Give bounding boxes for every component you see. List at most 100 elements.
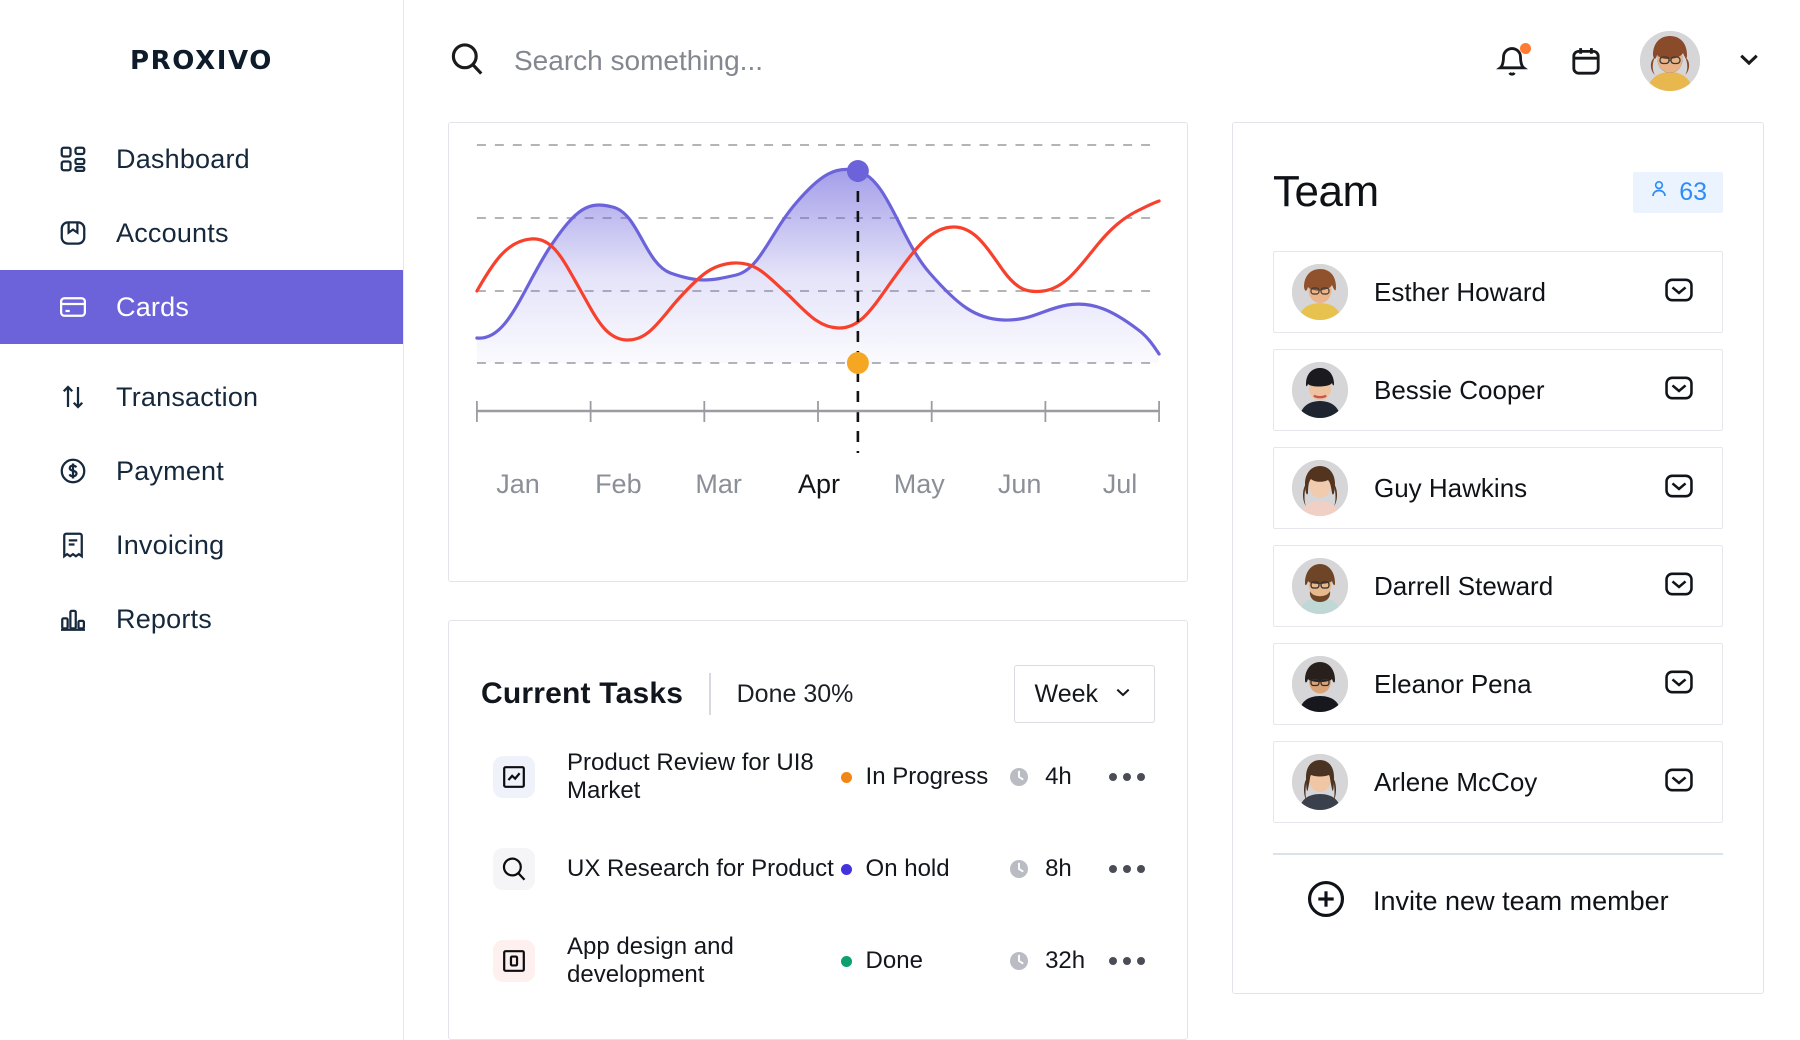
- user-avatar[interactable]: [1640, 31, 1700, 91]
- team-member-name: Darrell Steward: [1374, 570, 1554, 601]
- avatar: [1292, 754, 1348, 810]
- avatar: [1292, 460, 1348, 516]
- task-time-label: 4h: [1045, 763, 1072, 790]
- chart-tick-label: Jan: [496, 469, 540, 499]
- team-member-row[interactable]: Esther Howard: [1273, 251, 1723, 333]
- sidebar: PROXIVO Dashboard Accounts Cards Transac…: [0, 0, 404, 1040]
- mail-icon[interactable]: [1662, 371, 1696, 410]
- sidebar-item-label: Accounts: [116, 217, 229, 248]
- sidebar-item-label: Invoicing: [116, 529, 225, 560]
- team-card: Team 63 Esther Howard Bessie Cooper Guy …: [1232, 122, 1764, 994]
- chart-series-primary-area: [476, 169, 1160, 363]
- avatar: [1292, 362, 1348, 418]
- status-dot: [840, 771, 852, 783]
- chart-tick-label: Jul: [1102, 469, 1138, 499]
- avatar: [1292, 656, 1348, 712]
- calendar-button[interactable]: [1566, 41, 1606, 81]
- user-menu-chevron-down-icon[interactable]: [1734, 44, 1764, 79]
- task-name: App design and development: [567, 933, 734, 988]
- avatar: [1292, 264, 1348, 320]
- team-member-row[interactable]: Guy Hawkins: [1273, 447, 1723, 529]
- plus-circle-icon: [1305, 878, 1347, 925]
- chart-marker-secondary[interactable]: [846, 352, 869, 374]
- team-member-row[interactable]: Bessie Cooper: [1273, 349, 1723, 431]
- invite-label: Invite new team member: [1373, 886, 1669, 916]
- team-member-row[interactable]: Eleanor Pena: [1273, 643, 1723, 725]
- task-time: 32h: [1007, 947, 1109, 975]
- task-time-label: 32h: [1045, 947, 1086, 974]
- magnifier-icon: [493, 848, 535, 890]
- task-row[interactable]: UX Research for Product On hold 8h: [481, 831, 1155, 907]
- task-name: UX Research for Product: [567, 855, 834, 882]
- mail-icon[interactable]: [1662, 567, 1696, 606]
- team-member-name: Arlene McCoy: [1374, 766, 1538, 797]
- team-count-value: 63: [1679, 177, 1707, 206]
- performance-chart-card: Jan Feb Mar Apr May Jun Jul: [448, 122, 1188, 582]
- team-member-row[interactable]: Darrell Steward: [1273, 545, 1723, 627]
- task-more-button[interactable]: [1109, 957, 1155, 965]
- task-more-button[interactable]: [1109, 865, 1155, 873]
- invoice-icon: [56, 528, 90, 562]
- notifications-button[interactable]: [1492, 41, 1532, 81]
- team-member-name: Esther Howard: [1374, 276, 1546, 307]
- bar-chart-icon: [56, 602, 90, 636]
- team-member-name: Bessie Cooper: [1374, 374, 1545, 405]
- sidebar-item-label: Dashboard: [116, 143, 250, 174]
- arrows-up-down-icon: [56, 380, 90, 414]
- sidebar-item-payment[interactable]: Payment: [0, 434, 403, 508]
- right-column: Team 63 Esther Howard Bessie Cooper Guy …: [1232, 122, 1764, 1040]
- main-area: Jan Feb Mar Apr May Jun Jul Current Task…: [404, 0, 1800, 1040]
- chart-tick-label: Feb: [595, 469, 642, 499]
- tasks-title: Current Tasks: [481, 677, 684, 710]
- mail-icon[interactable]: [1662, 273, 1696, 312]
- chart-tick-label-active: Apr: [797, 469, 840, 499]
- mail-icon[interactable]: [1662, 469, 1696, 508]
- task-time-label: 8h: [1045, 855, 1072, 882]
- team-member-name: Eleanor Pena: [1374, 668, 1532, 699]
- current-tasks-card: Current Tasks Done 30% Week Product Revi…: [448, 620, 1188, 1040]
- sidebar-item-label: Transaction: [116, 381, 259, 412]
- sidebar-item-invoicing[interactable]: Invoicing: [0, 508, 403, 582]
- app-root: PROXIVO Dashboard Accounts Cards Transac…: [0, 0, 1800, 1040]
- sidebar-item-accounts[interactable]: Accounts: [0, 196, 403, 270]
- chart-marker-primary[interactable]: [846, 160, 869, 182]
- team-member-name: Guy Hawkins: [1374, 472, 1528, 503]
- task-row[interactable]: Product Review for UI8 Market In Progres…: [481, 739, 1155, 815]
- chart-square-icon: [493, 756, 535, 798]
- mail-icon[interactable]: [1662, 665, 1696, 704]
- task-status-label: Done: [865, 947, 923, 974]
- chart-x-axis: [476, 401, 1160, 422]
- left-column: Jan Feb Mar Apr May Jun Jul Current Task…: [448, 122, 1188, 1040]
- mail-icon[interactable]: [1662, 763, 1696, 802]
- person-icon: [1649, 178, 1669, 207]
- sidebar-item-dashboard[interactable]: Dashboard: [0, 122, 403, 196]
- app-square-icon: [493, 940, 535, 982]
- invite-new-team-member-button[interactable]: Invite new team member: [1273, 855, 1723, 949]
- clock-icon: [1010, 860, 1029, 878]
- tasks-done-label: Done 30%: [736, 679, 854, 708]
- sidebar-item-reports[interactable]: Reports: [0, 582, 403, 656]
- search-input[interactable]: [514, 45, 1134, 77]
- sidebar-item-cards[interactable]: Cards: [0, 270, 403, 344]
- sidebar-item-label: Cards: [116, 291, 190, 322]
- tasks-range-select[interactable]: Week: [1013, 665, 1155, 723]
- team-title: Team: [1273, 167, 1379, 216]
- sidebar-item-transaction[interactable]: Transaction: [0, 360, 403, 434]
- task-row[interactable]: App design and development Done 32h: [481, 923, 1155, 999]
- task-status-label: In Progress: [865, 763, 989, 790]
- chart-tick-label: Jun: [997, 469, 1042, 499]
- task-more-button[interactable]: [1109, 773, 1155, 781]
- team-member-row[interactable]: Arlene McCoy: [1273, 741, 1723, 823]
- search-bar[interactable]: [448, 40, 1492, 83]
- chart-x-tick-labels: Jan Feb Mar Apr May Jun Jul: [449, 469, 1187, 500]
- tasks-range-label: Week: [1034, 679, 1098, 708]
- tasks-header: Current Tasks Done 30% Week: [481, 665, 1155, 723]
- topbar-actions: [1492, 31, 1764, 91]
- line-area-chart: [475, 144, 1161, 453]
- chevron-down-icon: [1112, 681, 1134, 708]
- avatar: [1292, 558, 1348, 614]
- team-count-badge: 63: [1633, 171, 1723, 213]
- tasks-divider: [709, 673, 711, 715]
- chart-tick-label: Mar: [695, 469, 742, 499]
- sidebar-item-label: Payment: [116, 455, 224, 486]
